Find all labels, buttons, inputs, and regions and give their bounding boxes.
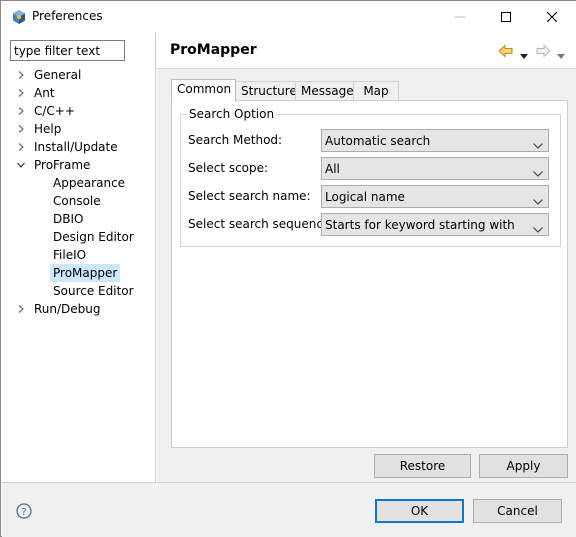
eclipse-preferences-icon xyxy=(11,9,27,25)
forward-menu-dropdown-icon[interactable] xyxy=(557,49,565,59)
minimize-button[interactable] xyxy=(437,1,483,33)
select-value: Logical name xyxy=(325,190,405,204)
select-value: Automatic search xyxy=(325,134,431,148)
chevron-down-icon xyxy=(533,138,543,152)
tree-item-label: Help xyxy=(34,122,62,136)
tab-message[interactable]: Message xyxy=(295,81,354,101)
tree-item-label: ProFrame xyxy=(34,158,91,172)
chevron-down-icon xyxy=(533,166,543,180)
maximize-button[interactable] xyxy=(483,1,529,33)
tab-label: Common xyxy=(177,82,232,96)
dialog-footer: ? OK Cancel xyxy=(2,482,576,537)
search-name-row: Select search name: Logical name xyxy=(181,185,562,209)
window-title: Preferences xyxy=(32,9,103,23)
tab-label: Structure xyxy=(241,84,297,98)
chevron-right-icon[interactable] xyxy=(16,138,28,156)
tree-item-label: Ant xyxy=(34,86,55,100)
search-name-label: Select search name: xyxy=(188,189,311,203)
tree-item-label: Appearance xyxy=(53,176,126,190)
search-sequence-row: Select search sequence: Starts for keywo… xyxy=(181,213,562,237)
cancel-button[interactable]: Cancel xyxy=(473,499,562,523)
search-method-label: Search Method: xyxy=(188,133,283,147)
svg-text:?: ? xyxy=(21,507,26,518)
search-name-select[interactable]: Logical name xyxy=(321,185,549,208)
tree-item-label: Source Editor xyxy=(53,284,134,298)
tree-item-label: DBIO xyxy=(53,212,84,226)
page-header: ProMapper xyxy=(157,33,576,69)
search-method-select[interactable]: Automatic search xyxy=(321,129,549,152)
tab-map[interactable]: Map xyxy=(353,81,399,101)
tab-common[interactable]: Common xyxy=(171,79,236,102)
preferences-window: Preferences General Ant C/C++ xyxy=(0,0,576,537)
back-menu-dropdown-icon[interactable] xyxy=(520,49,528,59)
back-arrow-icon[interactable] xyxy=(498,43,514,59)
tab-label: Map xyxy=(363,84,389,98)
minimize-icon xyxy=(455,16,465,18)
preference-page: ProMapper Common Structure Message Map S… xyxy=(157,33,576,495)
tree-item-label: General xyxy=(34,68,82,82)
chevron-right-icon[interactable] xyxy=(16,84,28,102)
tab-label: Message xyxy=(301,84,354,98)
help-icon[interactable]: ? xyxy=(16,503,32,519)
search-option-group: Search Option Search Method: Automatic s… xyxy=(180,107,562,247)
search-method-row: Search Method: Automatic search xyxy=(181,129,562,153)
page-content: Common Structure Message Map Search Opti… xyxy=(157,69,576,495)
chevron-down-icon xyxy=(533,194,543,208)
tree-item-label: Console xyxy=(53,194,101,208)
chevron-right-icon[interactable] xyxy=(16,300,28,318)
forward-arrow-icon xyxy=(535,43,551,59)
tab-structure[interactable]: Structure xyxy=(235,81,297,101)
select-value: All xyxy=(325,162,340,176)
tree-item-label: FileIO xyxy=(53,248,87,262)
restore-defaults-button[interactable]: Restore Defaults xyxy=(374,454,471,495)
select-value: Starts for keyword starting with xyxy=(325,218,515,232)
tree-item-label: Design Editor xyxy=(53,230,134,244)
chevron-right-icon[interactable] xyxy=(16,120,28,138)
select-scope-label: Select scope: xyxy=(188,161,269,175)
ok-button[interactable]: OK xyxy=(375,499,464,523)
select-scope-row: Select scope: All xyxy=(181,157,562,181)
search-sequence-label: Select search sequence: xyxy=(188,217,335,231)
group-title: Search Option xyxy=(187,107,277,121)
select-scope-select[interactable]: All xyxy=(321,157,549,180)
chevron-down-icon[interactable] xyxy=(16,156,28,174)
apply-button[interactable]: Apply xyxy=(479,454,568,478)
chevron-right-icon[interactable] xyxy=(16,102,28,120)
tree-item-label: Run/Debug xyxy=(34,302,101,316)
page-title: ProMapper xyxy=(170,42,257,58)
filter-input[interactable] xyxy=(10,40,125,61)
chevron-right-icon[interactable] xyxy=(16,66,28,84)
close-icon xyxy=(547,12,557,22)
chevron-down-icon xyxy=(533,222,543,236)
tree-item-label: C/C++ xyxy=(34,104,75,118)
title-bar: Preferences xyxy=(1,1,576,33)
search-sequence-select[interactable]: Starts for keyword starting with xyxy=(321,213,549,236)
tree-item-label: ProMapper xyxy=(50,264,121,282)
close-button[interactable] xyxy=(529,1,575,33)
maximize-icon xyxy=(501,12,511,22)
preferences-sidebar: General Ant C/C++ Help Install/Update Pr… xyxy=(2,33,156,482)
tree-item-label: Install/Update xyxy=(34,140,118,154)
common-tab-panel: Search Option Search Method: Automatic s… xyxy=(171,100,568,448)
